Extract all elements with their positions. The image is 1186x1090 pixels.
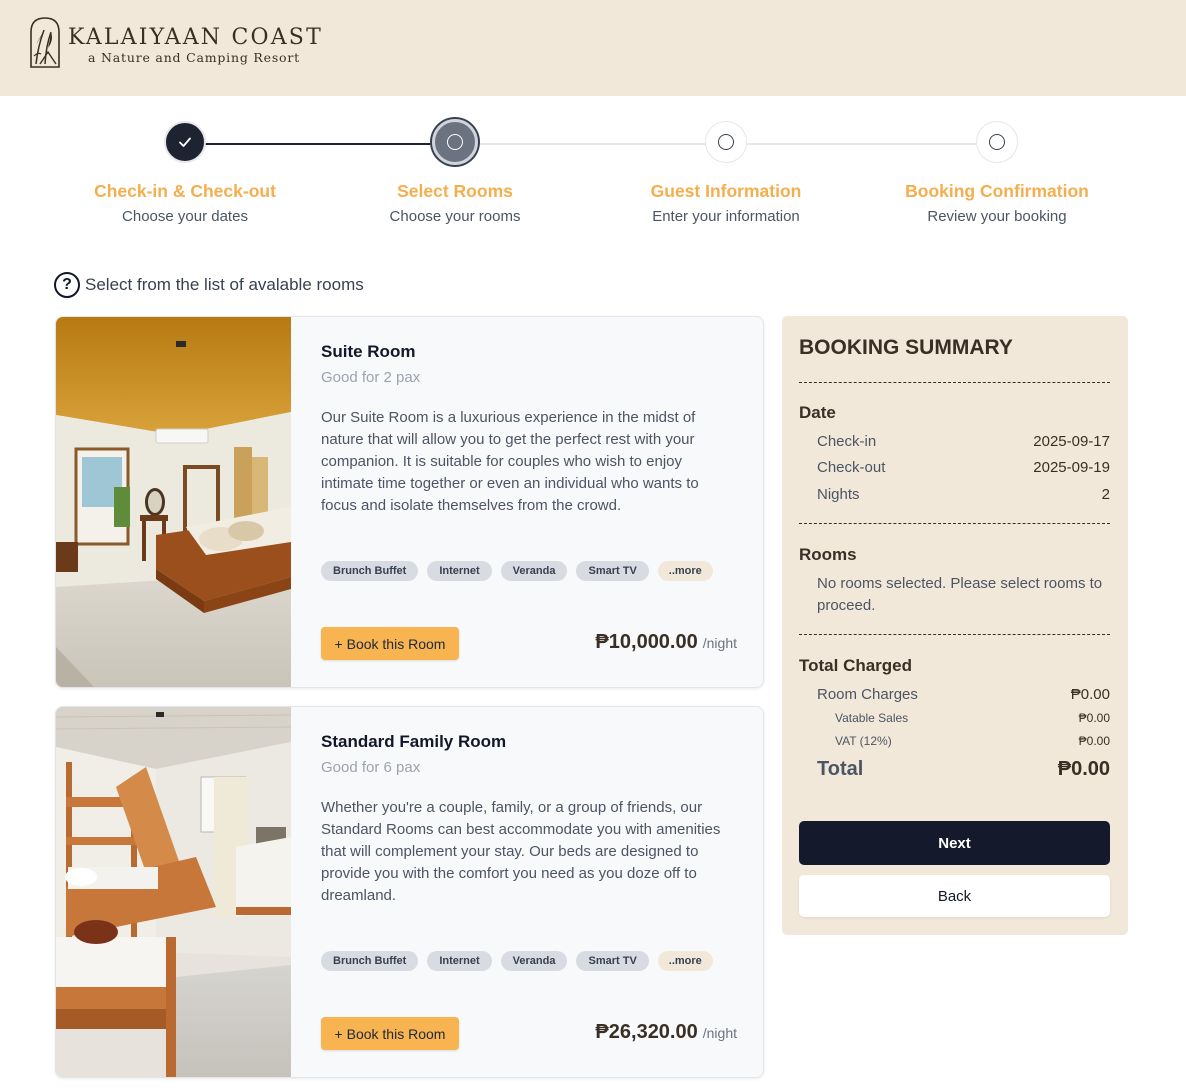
room-price: ₱10,000.00 /night [595, 631, 737, 654]
nights-value: 2 [1101, 486, 1110, 503]
site-header: KALAIYAAN COAST a Nature and Camping Res… [0, 0, 1186, 96]
brand-name: KALAIYAAN COAST [68, 25, 323, 50]
step-4-indicator [976, 121, 1018, 163]
more-amenities-button[interactable]: ..more [657, 561, 713, 581]
book-room-button[interactable]: + Book this Room [321, 1017, 459, 1050]
step-3-title: Guest Information [650, 181, 802, 201]
room-price: ₱26,320.00 /night [595, 1021, 737, 1044]
vatable-sales-row: Vatable Sales ₱0.00 [835, 711, 1110, 725]
next-button[interactable]: Next [799, 821, 1110, 865]
question-circle-icon: ? [54, 272, 80, 298]
checkin-row: Check-in 2025-09-17 [817, 433, 1110, 450]
divider [799, 523, 1110, 524]
rooms-heading: Rooms [799, 545, 857, 564]
vatable-sales-value: ₱0.00 [1078, 711, 1110, 725]
divider [799, 382, 1110, 383]
price-amount: ₱10,000.00 [595, 631, 698, 653]
amenity-tag: Internet [427, 951, 492, 971]
checkout-label: Check-out [817, 459, 886, 476]
checkin-label: Check-in [817, 433, 877, 450]
suite-room-photo [56, 317, 291, 687]
step-1-title: Check-in & Check-out [94, 181, 276, 201]
room-description: Our Suite Room is a luxurious experience… [321, 409, 699, 514]
room-charges-row: Room Charges ₱0.00 [817, 686, 1110, 703]
divider [799, 634, 1110, 635]
amenity-tag: Brunch Buffet [321, 561, 419, 581]
room-capacity: Good for 2 pax [321, 369, 421, 386]
room-name: Standard Family Room [321, 732, 507, 751]
step-4-subtitle: Review your booking [927, 208, 1067, 225]
step-3-indicator [705, 121, 747, 163]
step-ring-icon [447, 134, 463, 150]
checkout-row: Check-out 2025-09-19 [817, 459, 1110, 476]
price-unit: /night [702, 1025, 737, 1041]
step-3-subtitle: Enter your information [652, 208, 800, 225]
more-amenities-button[interactable]: ..more [657, 951, 713, 971]
room-description: Whether you're a couple, family, or a gr… [321, 799, 721, 904]
step-2-title: Select Rooms [397, 181, 513, 201]
date-heading: Date [799, 403, 836, 422]
amenity-tag: Veranda [500, 561, 568, 581]
hint-text: Select from the list of avalable rooms [85, 275, 364, 294]
step-2-subtitle: Choose your rooms [389, 208, 521, 225]
step-2-indicator [432, 119, 478, 165]
amenity-tag: Smart TV [576, 951, 649, 971]
book-room-button[interactable]: + Book this Room [321, 627, 459, 660]
room-card-suite: Suite Room Good for 2 pax Our Suite Room… [55, 316, 764, 688]
total-charged-heading: Total Charged [799, 656, 913, 675]
nights-row: Nights 2 [817, 486, 1110, 503]
room-name: Suite Room [321, 342, 416, 361]
room-capacity: Good for 6 pax [321, 759, 421, 776]
checkin-value: 2025-09-17 [1033, 433, 1110, 450]
step-1-subtitle: Choose your dates [122, 208, 248, 225]
vat-row: VAT (12%) ₱0.00 [835, 734, 1110, 748]
back-button[interactable]: Back [799, 875, 1110, 917]
vat-label: VAT (12%) [835, 734, 892, 748]
room-details: Suite Room Good for 2 pax Our Suite Room… [321, 317, 737, 687]
vatable-sales-label: Vatable Sales [835, 711, 909, 725]
resort-logo-icon [30, 17, 60, 68]
price-amount: ₱26,320.00 [595, 1021, 698, 1043]
rooms-empty-note: No rooms selected. Please select rooms t… [817, 575, 1103, 614]
step-ring-icon [718, 134, 734, 150]
step-ring-icon [989, 134, 1005, 150]
room-selection-hint: ? Select from the list of avalable rooms [54, 272, 364, 298]
room-charges-label: Room Charges [817, 686, 918, 703]
amenity-tag: Smart TV [576, 561, 649, 581]
amenity-tag: Brunch Buffet [321, 951, 419, 971]
stepper-line-done [205, 143, 433, 145]
brand-logo-link[interactable]: KALAIYAAN COAST a Nature and Camping Res… [28, 16, 323, 68]
summary-title: BOOKING SUMMARY [799, 336, 1013, 359]
total-label: Total [817, 758, 864, 780]
standard-family-room-photo [56, 707, 291, 1077]
room-card-standard-family: Standard Family Room Good for 6 pax Whet… [55, 706, 764, 1078]
checkout-value: 2025-09-19 [1033, 459, 1110, 476]
nights-label: Nights [817, 486, 860, 503]
brand-tagline: a Nature and Camping Resort [88, 50, 300, 65]
total-row: Total ₱0.00 [817, 758, 1110, 781]
step-1-indicator [164, 121, 206, 163]
amenity-tags: Brunch Buffet Internet Veranda Smart TV … [321, 951, 713, 971]
vat-value: ₱0.00 [1078, 734, 1110, 748]
amenity-tags: Brunch Buffet Internet Veranda Smart TV … [321, 561, 713, 581]
price-unit: /night [702, 635, 737, 651]
room-details: Standard Family Room Good for 6 pax Whet… [321, 707, 737, 1077]
step-4-title: Booking Confirmation [905, 181, 1089, 201]
amenity-tag: Veranda [500, 951, 568, 971]
total-value: ₱0.00 [1057, 758, 1110, 780]
booking-summary-panel: BOOKING SUMMARY Date Check-in 2025-09-17… [782, 316, 1128, 935]
check-icon [179, 137, 191, 147]
room-charges-value: ₱0.00 [1070, 686, 1110, 703]
amenity-tag: Internet [427, 561, 492, 581]
